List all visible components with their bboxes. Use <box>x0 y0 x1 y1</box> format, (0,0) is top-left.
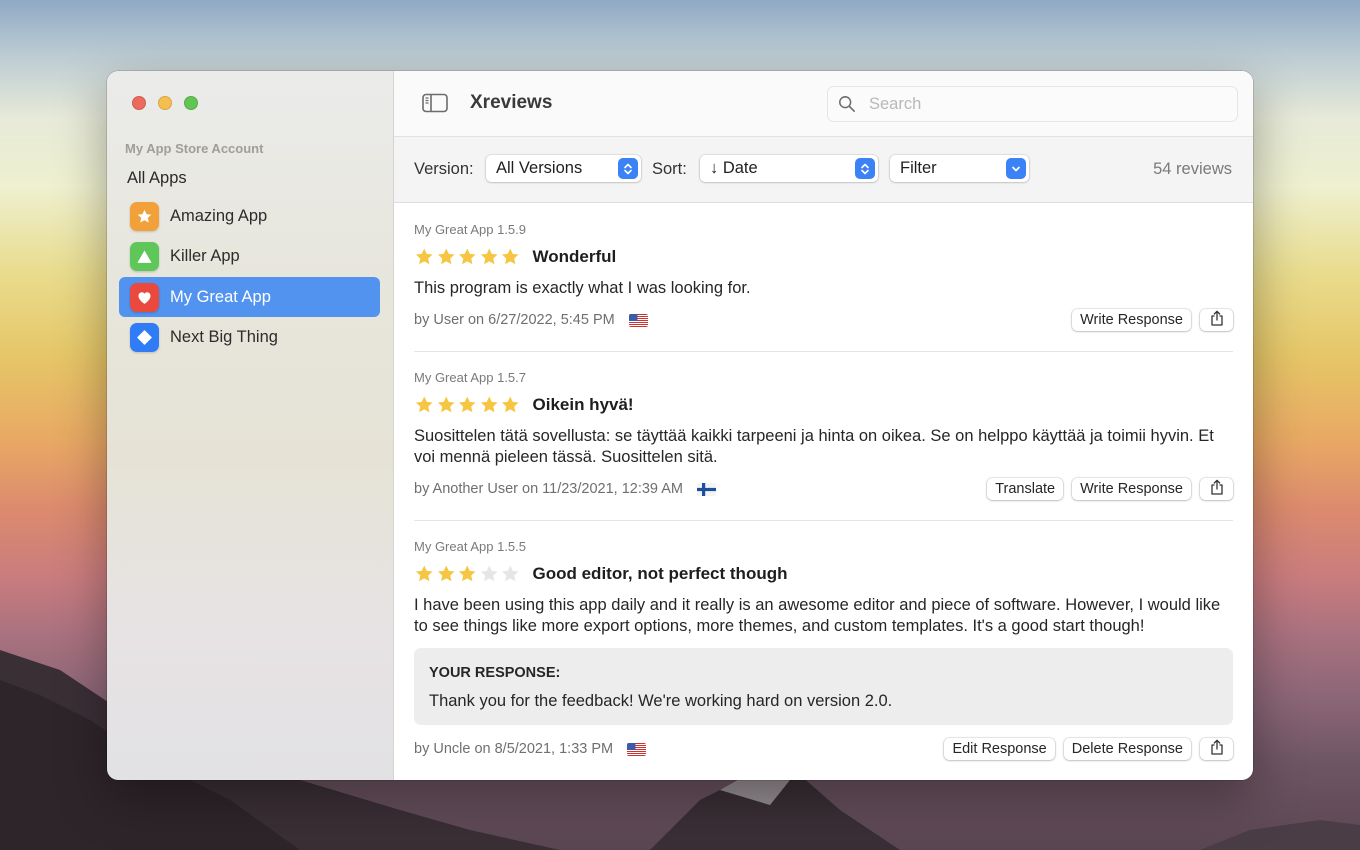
share-button[interactable] <box>1200 478 1233 500</box>
review-title: Wonderful <box>532 247 617 266</box>
star-rating <box>414 564 521 584</box>
version-select[interactable]: All Versions <box>486 155 641 182</box>
sidebar-item-label: Amazing App <box>170 206 268 225</box>
review-author-date: by Another User on 11/23/2021, 12:39 AM <box>414 481 683 497</box>
main-content: Xreviews Version: All Versions Sort: ↓ D… <box>394 71 1253 780</box>
sort-label: Sort: <box>652 160 687 178</box>
sidebar-item-killer-app[interactable]: Killer App <box>119 237 380 277</box>
star-filled-icon <box>501 396 519 413</box>
star-empty-icon <box>501 565 519 582</box>
share-icon <box>1210 479 1224 499</box>
review-item: My Great App 1.5.5 Good editor, not perf… <box>414 521 1233 762</box>
star-filled-icon <box>437 396 455 413</box>
us-flag-icon <box>627 742 647 756</box>
review-app-version: My Great App 1.5.5 <box>414 539 527 554</box>
app-window: My App Store Account All Apps Amazing Ap… <box>107 71 1253 780</box>
sort-select-value: ↓ Date <box>710 159 758 177</box>
up-down-chevron-icon <box>618 158 638 179</box>
review-item: My Great App 1.5.7 Oikein hyvä! Suositte… <box>414 352 1233 521</box>
write-response-button[interactable]: Write Response <box>1072 478 1191 500</box>
star-icon <box>130 201 159 231</box>
search-input[interactable] <box>869 94 1229 114</box>
review-body: I have been using this app daily and it … <box>414 596 1221 635</box>
chevron-down-icon <box>1006 158 1026 179</box>
review-item: My Great App 1.5.9 Wonderful This progra… <box>414 204 1233 352</box>
star-filled-icon <box>415 565 433 582</box>
filter-toolbar: Version: All Versions Sort: ↓ Date Filte… <box>394 137 1253 203</box>
star-filled-icon <box>501 248 519 265</box>
us-flag-icon <box>628 313 648 327</box>
finland-flag-icon <box>696 482 716 496</box>
heart-icon <box>130 282 159 312</box>
triangle-icon <box>130 242 159 271</box>
star-filled-icon <box>437 565 455 582</box>
window-title: Xreviews <box>470 92 553 113</box>
review-author-date: by Uncle on 8/5/2021, 1:33 PM <box>414 741 614 757</box>
review-app-version: My Great App 1.5.7 <box>414 370 527 385</box>
write-response-button[interactable]: Write Response <box>1072 309 1191 331</box>
delete-response-button[interactable]: Delete Response <box>1063 738 1191 760</box>
search-field[interactable] <box>827 86 1238 122</box>
star-filled-icon <box>437 248 455 265</box>
star-filled-icon <box>480 248 498 265</box>
review-title: Oikein hyvä! <box>532 395 634 414</box>
review-body: Suosittelen tätä sovellusta: se täyttää … <box>414 427 1214 466</box>
review-app-version: My Great App 1.5.9 <box>414 222 527 237</box>
review-count: 54 reviews <box>1153 160 1232 178</box>
review-author-date: by User on 6/27/2022, 5:45 PM <box>414 312 615 328</box>
review-body: This program is exactly what I was looki… <box>414 279 751 297</box>
sidebar: My App Store Account All Apps Amazing Ap… <box>107 71 394 780</box>
response-label: YOUR RESPONSE: <box>429 665 561 681</box>
review-list: My Great App 1.5.9 Wonderful This progra… <box>394 204 1253 780</box>
version-label: Version: <box>414 160 474 178</box>
sort-select[interactable]: ↓ Date <box>700 155 878 182</box>
share-button[interactable] <box>1200 309 1233 331</box>
sidebar-toggle-icon[interactable] <box>422 93 448 113</box>
diamond-icon <box>130 323 159 352</box>
review-title: Good editor, not perfect though <box>532 564 788 583</box>
share-icon <box>1210 310 1224 330</box>
star-rating <box>414 395 521 415</box>
sidebar-section-header: My App Store Account <box>125 141 264 156</box>
version-select-value: All Versions <box>496 159 583 177</box>
star-filled-icon <box>458 248 476 265</box>
star-filled-icon <box>458 565 476 582</box>
star-filled-icon <box>415 396 433 413</box>
star-rating <box>414 247 521 267</box>
sidebar-item-amazing-app[interactable]: Amazing App <box>119 196 380 236</box>
sidebar-item-next-big-thing[interactable]: Next Big Thing <box>119 318 380 358</box>
response-text: Thank you for the feedback! We're workin… <box>429 692 893 710</box>
filter-select[interactable]: Filter <box>890 155 1029 182</box>
up-down-chevron-icon <box>855 158 875 179</box>
sidebar-item-label: My Great App <box>170 287 271 306</box>
translate-button[interactable]: Translate <box>987 478 1064 500</box>
app-list: Amazing App Killer App My Great App Next… <box>119 196 380 358</box>
star-filled-icon <box>480 396 498 413</box>
share-icon <box>1210 739 1224 759</box>
edit-response-button[interactable]: Edit Response <box>944 738 1055 760</box>
filter-select-value: Filter <box>900 159 937 177</box>
star-filled-icon <box>415 248 433 265</box>
star-filled-icon <box>458 396 476 413</box>
sidebar-item-label: Killer App <box>170 247 240 265</box>
developer-response: YOUR RESPONSE: Thank you for the feedbac… <box>414 648 1233 725</box>
search-icon <box>839 96 856 113</box>
zoom-window-button[interactable] <box>184 96 198 110</box>
share-button[interactable] <box>1200 738 1233 760</box>
minimize-window-button[interactable] <box>158 96 172 110</box>
title-bar: Xreviews <box>394 71 1253 137</box>
star-empty-icon <box>480 565 498 582</box>
sidebar-item-all-apps[interactable]: All Apps <box>127 169 187 188</box>
window-controls <box>132 96 198 110</box>
close-window-button[interactable] <box>132 96 146 110</box>
sidebar-item-my-great-app[interactable]: My Great App <box>119 277 380 317</box>
sidebar-item-label: Next Big Thing <box>170 328 278 346</box>
